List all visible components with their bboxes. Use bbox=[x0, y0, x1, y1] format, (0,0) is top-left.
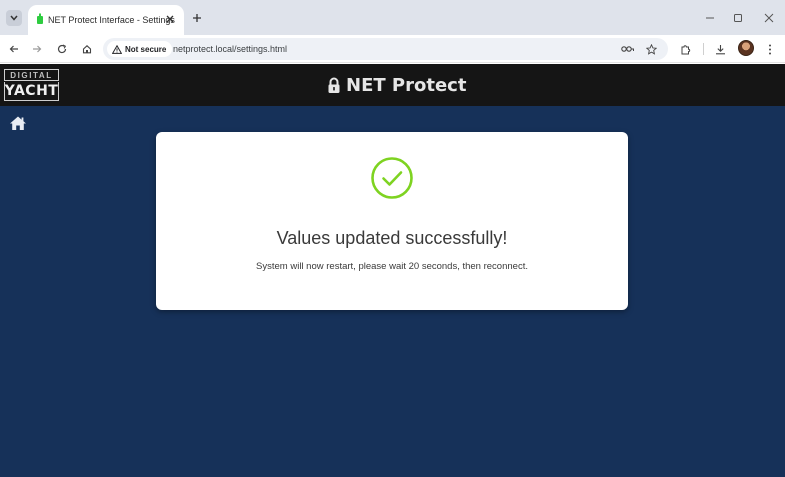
address-bar[interactable]: Not secure netprotect.local/settings.htm… bbox=[103, 38, 668, 60]
brand-title: NET Protect bbox=[327, 74, 466, 96]
back-button[interactable] bbox=[6, 41, 22, 57]
password-key-icon bbox=[620, 46, 634, 52]
house-icon bbox=[10, 116, 26, 130]
reload-button[interactable] bbox=[54, 41, 70, 57]
forward-icon bbox=[33, 45, 42, 53]
app-header: DIGITAL YACHT NET Protect bbox=[0, 64, 785, 106]
extensions-icon bbox=[681, 44, 690, 54]
reload-icon bbox=[57, 44, 67, 54]
new-tab-button[interactable] bbox=[190, 11, 204, 25]
tab-list-icon bbox=[10, 15, 18, 21]
maximize-icon bbox=[734, 14, 742, 22]
lock-icon bbox=[328, 77, 340, 93]
dialog-title: Values updated successfully! bbox=[276, 228, 508, 248]
tab-title: NET Protect Interface - Settings bbox=[48, 15, 175, 25]
dialog-message: System will now restart, please wait 20 … bbox=[256, 261, 528, 272]
brand-name: NET Protect bbox=[346, 74, 467, 96]
success-dialog: Values updated successfully! System will… bbox=[156, 132, 628, 310]
new-tab-icon bbox=[193, 14, 201, 22]
kebab-menu-icon bbox=[769, 44, 771, 54]
security-label: Not secure bbox=[125, 44, 167, 54]
logo-bottom-text: YACHT bbox=[4, 83, 59, 99]
forward-button[interactable] bbox=[29, 41, 45, 57]
tab-list-button[interactable] bbox=[6, 10, 22, 26]
minimize-icon bbox=[706, 17, 714, 19]
downloads-button[interactable] bbox=[712, 41, 728, 57]
extensions-button[interactable] bbox=[677, 41, 693, 57]
home-button[interactable] bbox=[79, 41, 95, 57]
profile-avatar[interactable] bbox=[738, 40, 754, 56]
check-circle-icon bbox=[371, 157, 413, 199]
home-link[interactable] bbox=[9, 115, 27, 131]
warning-icon bbox=[112, 44, 122, 54]
logo-top-box: DIGITAL bbox=[4, 69, 59, 81]
toolbar-divider bbox=[703, 43, 704, 55]
url-text[interactable]: netprotect.local/settings.html bbox=[173, 44, 287, 54]
minimize-button[interactable] bbox=[703, 11, 717, 25]
logo-bottom-box: YACHT bbox=[4, 82, 59, 101]
browser-menu-button[interactable] bbox=[762, 41, 778, 57]
bookmark-button[interactable] bbox=[643, 41, 659, 57]
digital-yacht-logo: DIGITAL YACHT bbox=[4, 69, 59, 101]
home-icon bbox=[82, 45, 92, 54]
browser-tab-strip: NET Protect Interface - Settings bbox=[0, 0, 785, 35]
maximize-button[interactable] bbox=[731, 11, 745, 25]
star-icon bbox=[645, 43, 657, 55]
logo-top-text: DIGITAL bbox=[10, 70, 53, 80]
tab-close-button[interactable] bbox=[164, 13, 176, 25]
browser-toolbar: Not secure netprotect.local/settings.htm… bbox=[0, 35, 785, 63]
password-key-button[interactable] bbox=[619, 41, 635, 57]
download-icon bbox=[715, 44, 725, 54]
window-close-icon bbox=[764, 13, 774, 23]
back-icon bbox=[9, 45, 18, 53]
security-chip[interactable]: Not secure bbox=[107, 41, 173, 57]
page-content: DIGITAL YACHT NET Protect Values updated… bbox=[0, 64, 785, 477]
browser-tab-active[interactable]: NET Protect Interface - Settings bbox=[28, 5, 184, 35]
window-close-button[interactable] bbox=[762, 11, 776, 25]
tab-close-icon bbox=[166, 15, 174, 23]
favicon-icon bbox=[37, 13, 43, 24]
